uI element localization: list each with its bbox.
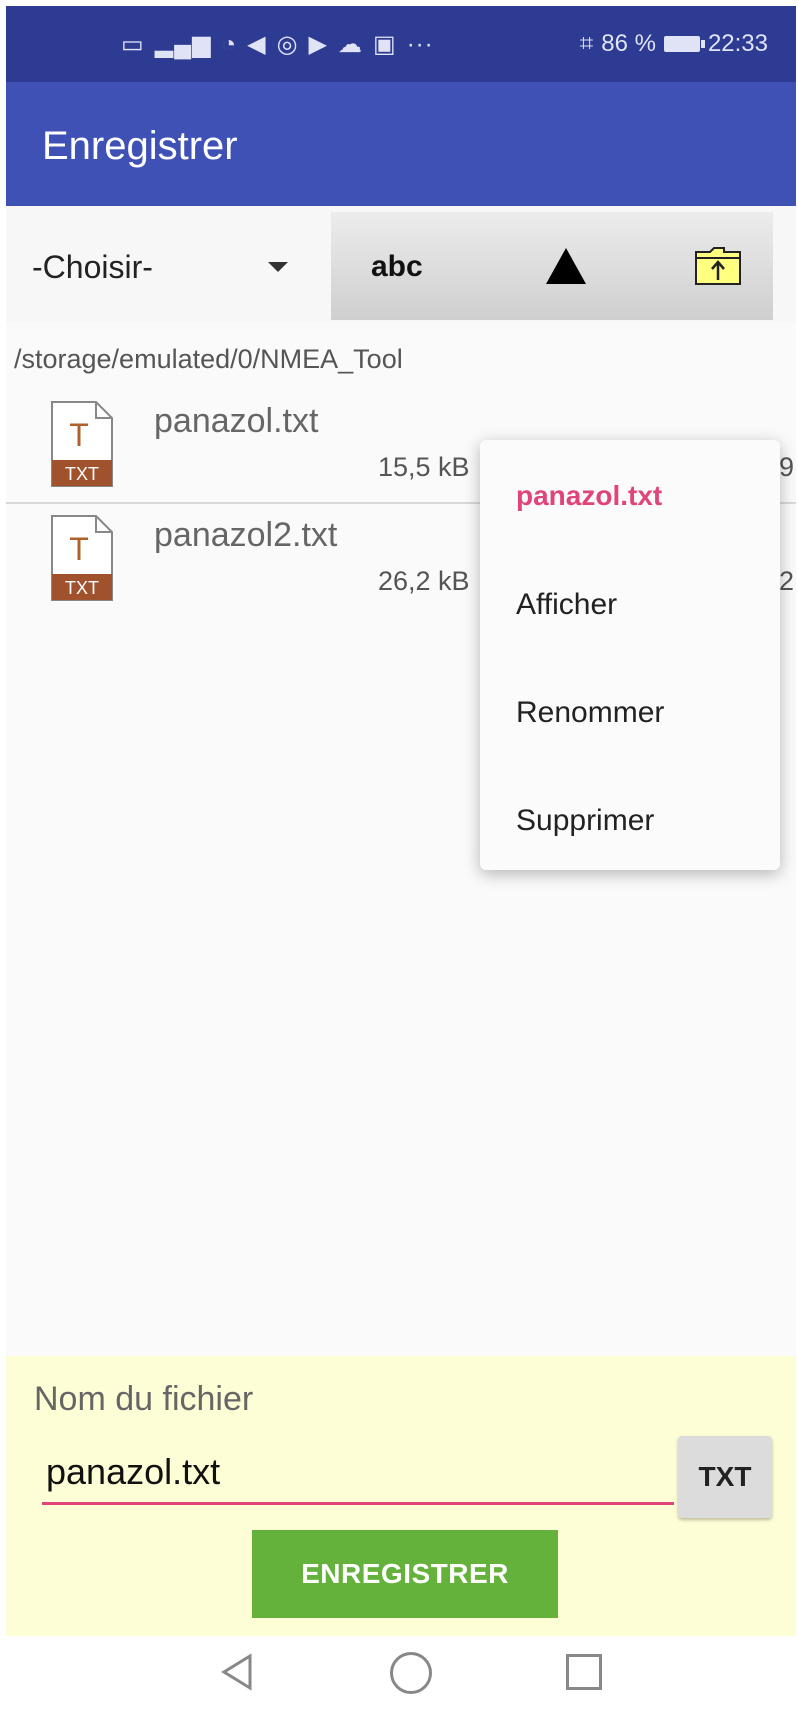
folder-up-icon[interactable] xyxy=(694,246,742,286)
cast-icon: ⌗ xyxy=(579,30,594,57)
home-icon[interactable] xyxy=(390,1652,432,1694)
app-bar: Enregistrer xyxy=(6,82,796,206)
menu-item-renommer[interactable]: Renommer xyxy=(516,696,664,730)
menu-item-supprimer[interactable]: Supprimer xyxy=(516,804,654,838)
gallery-icon: ▣ xyxy=(373,31,397,58)
menu-item-afficher[interactable]: Afficher xyxy=(516,588,617,622)
sort-controls: abc xyxy=(331,212,773,320)
toolbar: -Choisir- abc xyxy=(6,206,796,322)
dropdown-arrow-icon xyxy=(268,262,288,272)
clock: 22:33 xyxy=(707,30,768,57)
wifi-icon: ◔ xyxy=(221,30,238,58)
alarm-icon: ◎ xyxy=(276,31,299,58)
sort-order-triangle-icon[interactable] xyxy=(546,248,586,284)
more-notifications-icon: ··· xyxy=(406,30,434,58)
recent-apps-icon[interactable] xyxy=(566,1654,602,1690)
location-spinner[interactable]: -Choisir- xyxy=(6,206,331,322)
txt-file-icon: T TXT xyxy=(51,515,113,601)
svg-text:TXT: TXT xyxy=(65,578,99,598)
save-button[interactable]: ENREGISTRER xyxy=(252,1530,558,1618)
status-bar: ▭ ▂▄▆ ◔ ◀ ◎ ▶ ☁ ▣ ··· ⌗ 86 % 22:33 xyxy=(6,6,796,82)
cloud-icon: ☁ xyxy=(338,31,363,58)
navigation-icon: ◀ xyxy=(247,31,267,58)
status-icons: ▭ ▂▄▆ ◔ ◀ ◎ ▶ ☁ ▣ ··· xyxy=(121,30,434,59)
back-icon[interactable] xyxy=(218,1652,258,1692)
battery-percent: 86 % xyxy=(601,30,656,57)
filename-label: Nom du fichier xyxy=(34,1380,254,1418)
file-date-partial: 2 xyxy=(778,566,794,596)
txt-file-icon: T TXT xyxy=(51,401,113,487)
file-name: panazol.txt xyxy=(154,402,319,440)
battery-icon xyxy=(663,36,705,52)
file-size: 26,2 kB xyxy=(378,566,470,596)
system-nav-bar xyxy=(6,1636,796,1709)
sort-by-name-button[interactable]: abc xyxy=(371,250,423,284)
svg-text:T: T xyxy=(69,417,89,453)
status-right: ⌗ 86 % 22:33 xyxy=(580,30,768,58)
wifi-calling-icon: ▭ xyxy=(121,31,145,58)
context-menu: panazol.txt Afficher Renommer Supprimer xyxy=(480,440,780,870)
svg-text:T: T xyxy=(69,531,89,567)
file-size: 15,5 kB xyxy=(378,452,470,482)
context-menu-title: panazol.txt xyxy=(516,480,663,511)
svg-text:TXT: TXT xyxy=(65,464,99,484)
filename-input[interactable] xyxy=(42,1442,674,1505)
extension-button[interactable]: TXT xyxy=(678,1436,772,1518)
signal-icon: ▂▄▆ xyxy=(154,31,212,58)
spinner-selected-value: -Choisir- xyxy=(32,249,153,285)
current-path: /storage/emulated/0/NMEA_Tool xyxy=(14,344,403,374)
file-date-partial: 9 xyxy=(778,452,794,482)
play-icon: ▶ xyxy=(308,31,328,58)
save-panel: Nom du fichier TXT ENREGISTRER xyxy=(6,1356,796,1636)
file-name: panazol2.txt xyxy=(154,516,338,554)
page-title: Enregistrer xyxy=(42,124,238,168)
